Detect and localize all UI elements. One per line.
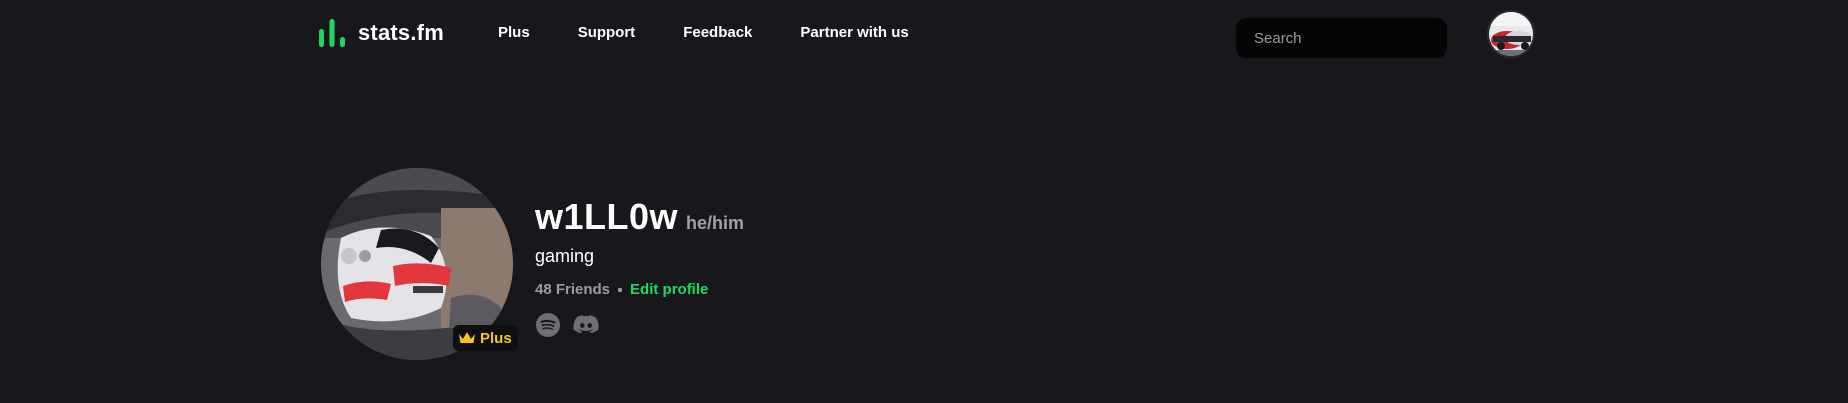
stats-logo-icon bbox=[319, 19, 345, 47]
profile-bio: gaming bbox=[535, 246, 595, 266]
search-input[interactable] bbox=[1254, 29, 1453, 47]
nav-support[interactable]: Support bbox=[578, 24, 636, 41]
nav-partner[interactable]: Partner with us bbox=[800, 24, 908, 41]
plus-badge-label: Plus bbox=[480, 329, 512, 347]
profile-meta: 48 Friends Edit profile bbox=[535, 281, 708, 298]
search-box[interactable] bbox=[1236, 18, 1453, 58]
crown-icon bbox=[459, 332, 475, 343]
username: w1LL0w bbox=[535, 196, 679, 237]
user-avatar-menu[interactable] bbox=[1487, 10, 1535, 58]
username-row: w1LL0w he/him bbox=[535, 196, 744, 238]
discord-icon[interactable] bbox=[572, 313, 600, 337]
plus-badge: Plus bbox=[453, 325, 518, 351]
main-nav: Plus Support Feedback Partner with us bbox=[498, 24, 957, 41]
top-navbar: stats.fm Plus Support Feedback Partner w… bbox=[0, 0, 1848, 70]
spotify-icon[interactable] bbox=[536, 313, 560, 337]
social-links bbox=[536, 313, 600, 337]
separator-dot bbox=[618, 287, 623, 292]
avatar-image bbox=[1489, 12, 1533, 56]
logo[interactable]: stats.fm bbox=[318, 18, 444, 48]
nav-feedback[interactable]: Feedback bbox=[683, 24, 752, 41]
edit-profile-link[interactable]: Edit profile bbox=[630, 281, 708, 298]
pronouns: he/him bbox=[686, 213, 745, 233]
friends-count[interactable]: 48 Friends bbox=[535, 281, 610, 298]
nav-plus[interactable]: Plus bbox=[498, 24, 530, 41]
logo-text: stats.fm bbox=[358, 20, 444, 45]
